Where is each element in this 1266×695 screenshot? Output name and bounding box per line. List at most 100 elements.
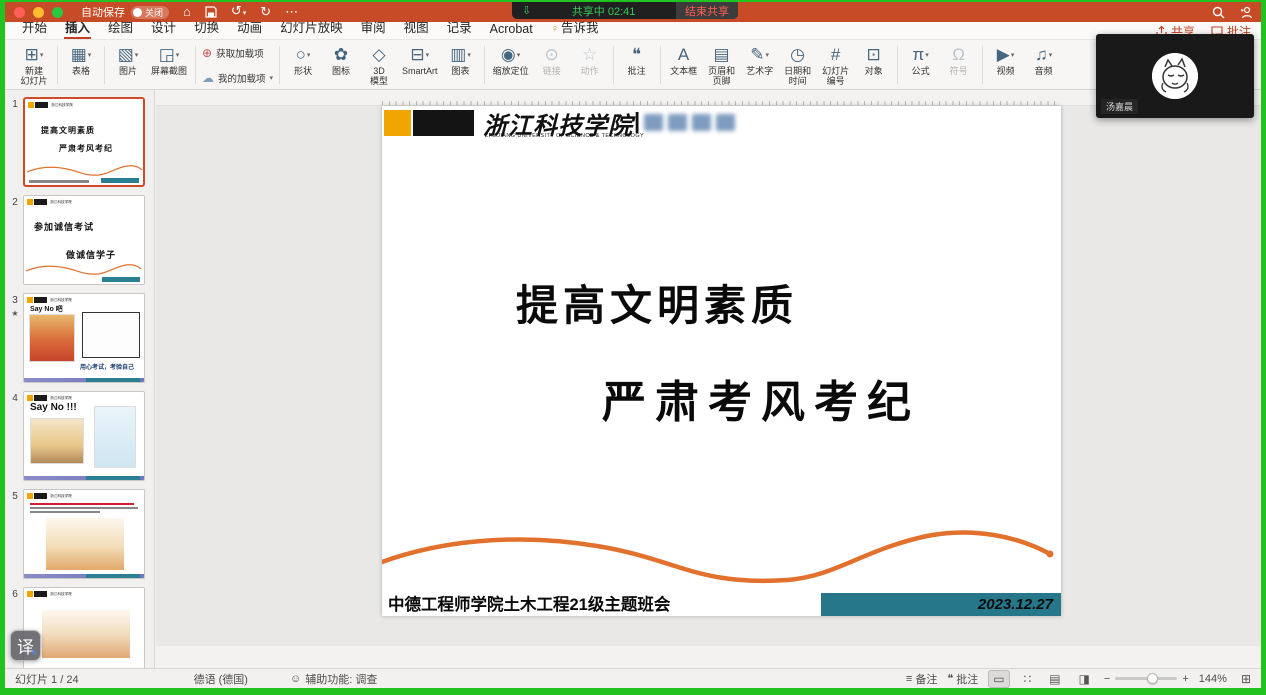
slide-counter: 幻灯片 1 / 24 bbox=[15, 671, 79, 687]
tab-design[interactable]: 设计 bbox=[142, 17, 185, 39]
logo-yellow-icon bbox=[27, 199, 33, 205]
tab-record[interactable]: 记录 bbox=[438, 17, 481, 39]
ribbon-button-video[interactable]: ▶▾视频 bbox=[988, 43, 1024, 87]
ribbon: ⊞▾新建 幻灯片 ▦▾表格 ▧▾图片◲▾屏幕截图 ⊕获取加载项 ☁我的加载项▾ … bbox=[5, 40, 1261, 90]
cartoon-image-placeholder bbox=[82, 312, 140, 358]
zoom-out-button[interactable]: − bbox=[1104, 673, 1110, 685]
slideshow-view-button[interactable]: ◨ bbox=[1075, 671, 1094, 687]
ribbon-button-picture[interactable]: ▧▾图片 bbox=[110, 43, 146, 87]
accessibility-status[interactable]: 辅助功能: 调查 bbox=[305, 671, 377, 687]
thumbnail-card[interactable]: 浙江科技学院 参加诚信考试 做诚信学子 bbox=[23, 195, 145, 285]
ribbon-group-media: ▶▾视频♫▾音频 bbox=[983, 43, 1067, 87]
ribbon-button-shapes[interactable]: ○▾形状 bbox=[285, 43, 321, 87]
ribbon-button-symbol[interactable]: Ω符号 bbox=[941, 43, 977, 87]
ribbon-button-date-time[interactable]: ◷日期和 时间 bbox=[780, 43, 816, 87]
tab-insert[interactable]: 插入 bbox=[56, 17, 99, 39]
normal-view-button[interactable]: ▭ bbox=[988, 670, 1009, 688]
ribbon-button-zoom[interactable]: ◉▾缩放定位 bbox=[490, 43, 532, 87]
ribbon-button-smartart[interactable]: ⊟▾SmartArt bbox=[399, 43, 441, 87]
ribbon-button-slide-number[interactable]: #幻灯片 编号 bbox=[818, 43, 854, 87]
comments-toggle-button[interactable]: ❝批注 bbox=[947, 671, 978, 687]
zoom-window-button[interactable] bbox=[52, 7, 63, 18]
ribbon-group-links: ◉▾缩放定位⊙链接☆动作 bbox=[485, 43, 613, 87]
ribbon-button-object[interactable]: ⊡对象 bbox=[856, 43, 892, 87]
slide-footer-text[interactable]: 中德工程师学院土木工程21级主题班会 bbox=[388, 591, 670, 615]
get-addins-button[interactable]: ⊕获取加载项 bbox=[202, 43, 273, 63]
presenter-icon[interactable] bbox=[1239, 6, 1253, 19]
zoom-in-button[interactable]: + bbox=[1182, 673, 1188, 685]
tab-label: 视图 bbox=[404, 21, 429, 35]
slide-sorter-view-button[interactable]: ∷ bbox=[1020, 671, 1036, 687]
close-window-button[interactable] bbox=[14, 7, 25, 18]
tab-tellme[interactable]: ♀告诉我 bbox=[542, 17, 608, 39]
ribbon-button-action[interactable]: ☆动作 bbox=[572, 43, 608, 87]
logo-yellow-icon bbox=[27, 591, 33, 597]
search-icon[interactable] bbox=[1212, 6, 1225, 19]
ribbon-button-3d-models[interactable]: ◇3D 模型 bbox=[361, 43, 397, 87]
zoom-slider[interactable] bbox=[1115, 677, 1177, 680]
tab-view[interactable]: 视图 bbox=[395, 17, 438, 39]
reading-view-button[interactable]: ▤ bbox=[1045, 671, 1064, 687]
ribbon-button-wordart[interactable]: ✎▾艺术字 bbox=[742, 43, 778, 87]
wave-decoration bbox=[26, 262, 142, 276]
language-status[interactable]: 德语 (德国) bbox=[194, 671, 248, 687]
thumbnail-slide-5[interactable]: 5 浙江科技学院 bbox=[7, 489, 148, 579]
tab-animations[interactable]: 动画 bbox=[228, 17, 271, 39]
zoom-icon: ◉ bbox=[501, 45, 516, 65]
ribbon-button-audio[interactable]: ♫▾音频 bbox=[1026, 43, 1062, 87]
notes-toggle-button[interactable]: ≡备注 bbox=[906, 671, 937, 687]
video-participant-overlay[interactable]: 汤嘉晨 bbox=[1096, 34, 1254, 118]
tab-acrobat[interactable]: Acrobat bbox=[481, 22, 542, 39]
ribbon-button-label: 文本框 bbox=[670, 66, 697, 76]
mini-text-line bbox=[30, 507, 138, 509]
object-icon: ⊡ bbox=[866, 45, 880, 65]
thumbnail-card[interactable]: 浙江科技学院 bbox=[23, 489, 145, 579]
tab-draw[interactable]: 绘图 bbox=[99, 17, 142, 39]
thumbnail-card[interactable]: 浙江科技学院 bbox=[23, 587, 145, 668]
ribbon-button-table[interactable]: ▦▾表格 bbox=[63, 43, 99, 87]
shared-screen: 自动保存 关闭 ⌂ ↺▾ ↻ ⋯ ⇩ 共享中 02:41 结束共享 开始插入绘图… bbox=[0, 0, 1266, 695]
thumbnail-card[interactable]: 浙江科技学院 提高文明素质 严肃考风考纪 bbox=[23, 97, 145, 187]
thumbnail-card[interactable]: 浙江科技学院 Say No 吧 用心考试，考验自己 bbox=[23, 293, 145, 383]
thumbnail-slide-3[interactable]: 3★ 浙江科技学院 Say No 吧 用心考试，考验自己 bbox=[7, 293, 148, 383]
tab-label: 绘图 bbox=[108, 21, 133, 35]
ribbon-button-header-footer[interactable]: ▤页眉和 页脚 bbox=[704, 43, 740, 87]
ribbon-button-comment[interactable]: ❝批注 bbox=[619, 43, 655, 87]
slide-number-label: 3★ bbox=[7, 293, 23, 383]
date-band[interactable]: 2023.12.27 bbox=[821, 593, 1061, 616]
slide-title-line2[interactable]: 严肃考风考纪 bbox=[602, 366, 920, 430]
end-share-button[interactable]: 结束共享 bbox=[676, 2, 738, 19]
ribbon-button-chart[interactable]: ▥▾图表 bbox=[443, 43, 479, 87]
ribbon-group-images: ▧▾图片◲▾屏幕截图 bbox=[105, 43, 195, 87]
minimize-window-button[interactable] bbox=[33, 7, 44, 18]
comments-toggle-label: 批注 bbox=[956, 671, 978, 687]
share-download-icon[interactable]: ⇩ bbox=[522, 4, 531, 17]
tab-home[interactable]: 开始 bbox=[13, 17, 56, 39]
tab-transitions[interactable]: 切换 bbox=[185, 17, 228, 39]
3d-models-icon: ◇ bbox=[373, 45, 386, 65]
thumbnail-header: 浙江科技学院 bbox=[27, 395, 73, 401]
ribbon-button-screenshot[interactable]: ◲▾屏幕截图 bbox=[148, 43, 190, 87]
slide-title-line1[interactable]: 提高文明素质 bbox=[516, 272, 798, 333]
dropdown-caret-icon: ▾ bbox=[1049, 51, 1053, 59]
thumbnail-slide-2[interactable]: 2 浙江科技学院 参加诚信考试 做诚信学子 bbox=[7, 195, 148, 285]
thumbnail-card[interactable]: 浙江科技学院 Say No !!! bbox=[23, 391, 145, 481]
ribbon-button-link[interactable]: ⊙链接 bbox=[534, 43, 570, 87]
my-addins-button[interactable]: ☁我的加载项▾ bbox=[202, 68, 273, 88]
input-method-icon[interactable]: 译 ✎ bbox=[10, 630, 41, 661]
tab-slideshow[interactable]: 幻灯片放映 bbox=[271, 17, 352, 39]
thumbnail-slide-1[interactable]: 1 浙江科技学院 提高文明素质 严肃考风考纪 bbox=[7, 97, 148, 187]
zoom-slider-knob[interactable] bbox=[1147, 673, 1158, 684]
ribbon-button-equation[interactable]: π▾公式 bbox=[903, 43, 939, 87]
ribbon-button-icons[interactable]: ✿图标 bbox=[323, 43, 359, 87]
slide-canvas[interactable]: 浙江科技学院 ZHEJIANG UNIVERSITY OF SCIENCE & … bbox=[382, 106, 1061, 616]
logo-black-icon bbox=[34, 493, 47, 499]
tab-review[interactable]: 审阅 bbox=[352, 17, 395, 39]
thumbnail-slide-4[interactable]: 4 浙江科技学院 Say No !!! bbox=[7, 391, 148, 481]
undo-caret-icon[interactable]: ▾ bbox=[243, 10, 247, 17]
zoom-level[interactable]: 144% bbox=[1199, 673, 1227, 685]
fit-to-window-icon[interactable]: ⊞ bbox=[1237, 671, 1255, 687]
ribbon-button-label: 公式 bbox=[912, 66, 930, 76]
ribbon-button-text-box[interactable]: A文本框 bbox=[666, 43, 702, 87]
ribbon-button-new-slide[interactable]: ⊞▾新建 幻灯片 bbox=[16, 43, 52, 87]
